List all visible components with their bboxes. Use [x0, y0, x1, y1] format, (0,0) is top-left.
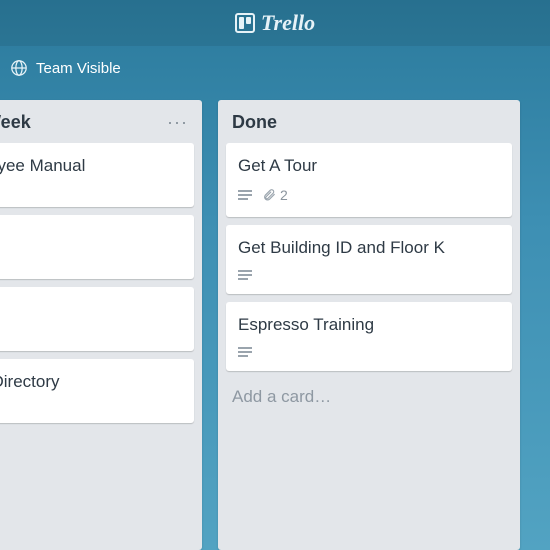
card-badges: [238, 345, 500, 359]
card[interactable]: Espresso Training: [226, 302, 512, 371]
list-title[interactable]: y - First Week: [0, 112, 31, 133]
attachment-count: 2: [280, 186, 288, 205]
visibility-label[interactable]: Team Visible: [36, 60, 121, 77]
card-title: Espresso Training: [238, 314, 500, 337]
card[interactable]: our Employee Manual: [0, 143, 194, 207]
description-icon: [238, 188, 252, 202]
card-title: rwork: [0, 299, 182, 322]
trello-logo[interactable]: Trello: [235, 10, 315, 36]
list-title[interactable]: Done: [232, 112, 277, 133]
card-title: Get A Tour: [238, 155, 500, 178]
trello-logo-text: Trello: [261, 10, 315, 36]
card[interactable]: Get A Tour 2: [226, 143, 512, 217]
card-badges: [238, 268, 500, 282]
description-icon: [238, 268, 252, 282]
attachment-badge: 2: [262, 186, 288, 205]
card[interactable]: Get Building ID and Floor K: [226, 225, 512, 294]
paperclip-icon: [262, 188, 276, 202]
top-bar: Trello: [0, 0, 550, 46]
add-card-button[interactable]: Add a card…: [226, 379, 512, 411]
card[interactable]: To Office Directory: [0, 359, 194, 423]
board-bar: Team Visible: [0, 46, 550, 90]
list: y - First Week ··· our Employee Manual r…: [0, 100, 202, 550]
card-title: To Office Directory: [0, 371, 182, 394]
list: Done Get A Tour 2 Get Building ID: [218, 100, 520, 550]
card-title: our Employee Manual: [0, 155, 182, 178]
card[interactable]: [0, 215, 194, 279]
description-icon: [238, 345, 252, 359]
card-badges: 2: [238, 186, 500, 205]
card-title: Get Building ID and Floor K: [238, 237, 500, 260]
trello-logo-icon: [235, 13, 255, 33]
list-menu-button[interactable]: ···: [167, 112, 188, 133]
globe-icon: [10, 59, 28, 77]
card[interactable]: rwork: [0, 287, 194, 351]
lists-container: y - First Week ··· our Employee Manual r…: [0, 90, 550, 550]
